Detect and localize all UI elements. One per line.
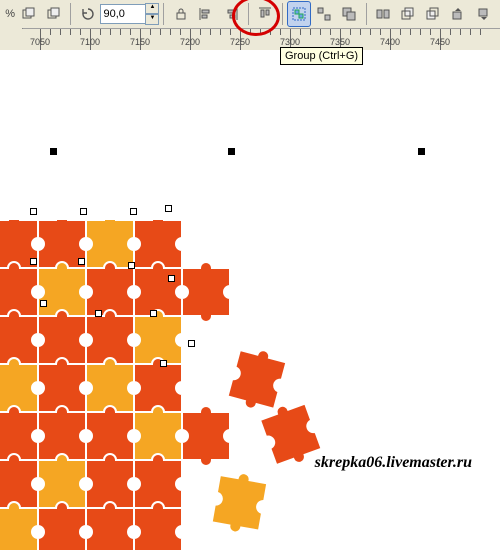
ruler-tick-label: 7350 (330, 37, 350, 47)
node-handle[interactable] (30, 208, 37, 215)
ruler-tick-label: 7050 (30, 37, 50, 47)
node-handle[interactable] (128, 262, 135, 269)
ruler-tick-label: 7250 (230, 37, 250, 47)
ruler-tick-label: 7100 (80, 37, 100, 47)
to-front-icon[interactable] (397, 1, 420, 27)
node-handle[interactable] (168, 275, 175, 282)
duplicate-icon[interactable] (17, 1, 40, 27)
separator (70, 3, 71, 25)
node-handle[interactable] (40, 300, 47, 307)
node-handle[interactable] (80, 208, 87, 215)
percent-label-left: % (4, 8, 16, 20)
separator (248, 3, 249, 25)
selection-handle[interactable] (418, 148, 425, 155)
rotation-input[interactable] (100, 4, 146, 24)
ungroup-icon[interactable] (313, 1, 336, 27)
group-tooltip: Group (Ctrl+G) (280, 47, 363, 65)
rotation-spinner[interactable]: ▲▼ (145, 3, 159, 25)
break-apart-icon[interactable] (372, 1, 395, 27)
ruler-tick-label: 7450 (430, 37, 450, 47)
ruler-tick-label: 7300 (280, 37, 300, 47)
node-handle[interactable] (30, 258, 37, 265)
node-handle[interactable] (150, 310, 157, 317)
align-left-icon[interactable] (194, 1, 217, 27)
rotate-ccw-icon[interactable] (76, 1, 99, 27)
node-handle[interactable] (160, 360, 167, 367)
horizontal-ruler: 7050 7100 7150 7200 7250 7300 7350 7400 7450 (0, 29, 500, 52)
back-one-icon[interactable] (472, 1, 495, 27)
node-handle[interactable] (78, 258, 85, 265)
separator (163, 3, 164, 25)
align-top-icon[interactable] (253, 1, 276, 27)
watermark-text: skrepka06.livemaster.ru (315, 454, 472, 472)
node-handle[interactable] (188, 340, 195, 347)
lock-icon[interactable] (169, 1, 192, 27)
puzzle-graphic[interactable] (0, 220, 340, 550)
to-back-icon[interactable] (422, 1, 445, 27)
node-handle[interactable] (165, 205, 172, 212)
ruler-tick-label: 7200 (180, 37, 200, 47)
align-right-icon[interactable] (220, 1, 243, 27)
group-icon[interactable] (287, 1, 310, 27)
selection-handle[interactable] (50, 148, 57, 155)
separator (282, 3, 283, 25)
separator (366, 3, 367, 25)
ruler-tick-label: 7400 (380, 37, 400, 47)
ruler-tick-label: 7150 (130, 37, 150, 47)
duplicate-icon[interactable] (42, 1, 65, 27)
node-handle[interactable] (95, 310, 102, 317)
forward-one-icon[interactable] (447, 1, 470, 27)
drawing-canvas[interactable]: skrepka06.livemaster.ru (0, 50, 500, 500)
combine-icon[interactable] (338, 1, 361, 27)
selection-handle[interactable] (228, 148, 235, 155)
property-toolbar: % ▲▼ (0, 0, 500, 29)
node-handle[interactable] (130, 208, 137, 215)
